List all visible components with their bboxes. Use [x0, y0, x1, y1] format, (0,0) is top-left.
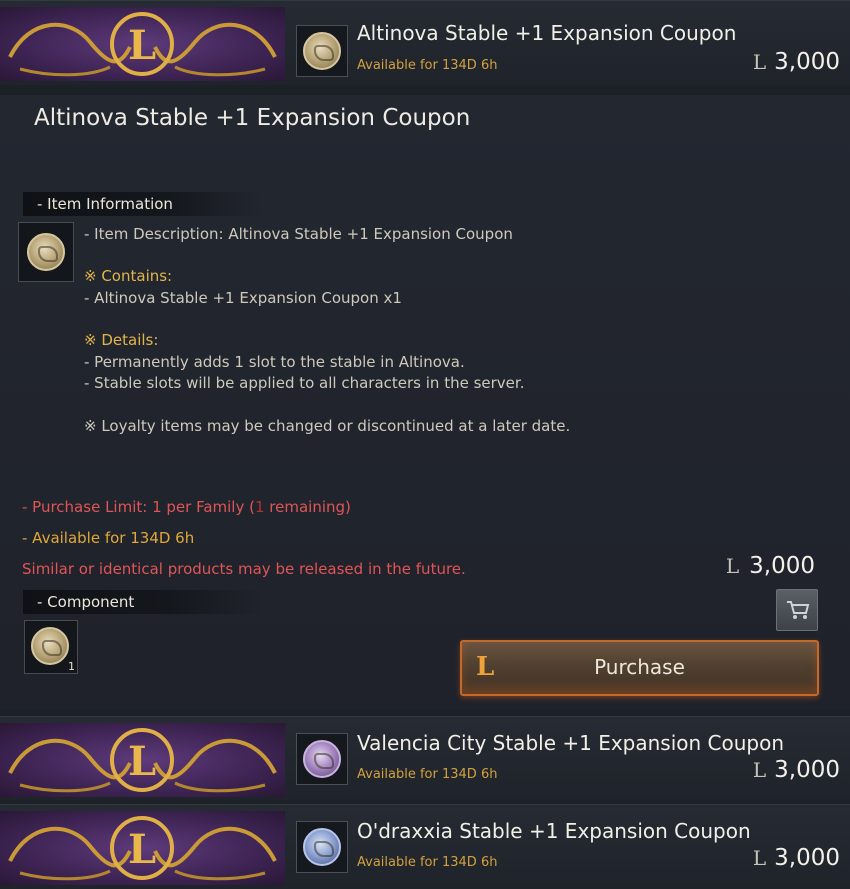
coupon-coin-icon: [303, 828, 341, 866]
item-description: - Item Description: Altinova Stable +1 E…: [84, 225, 513, 243]
detail-price: L 3,000: [726, 553, 815, 579]
purchase-limit: - Purchase Limit: 1 per Family (1 remain…: [22, 498, 351, 516]
price-value: 3,000: [774, 757, 840, 783]
listing-price: L 3,000: [753, 845, 840, 871]
purchase-limit-suffix: remaining): [264, 498, 351, 516]
component-item[interactable]: 1: [24, 620, 78, 674]
listing-altinova[interactable]: L Altinova Stable +1 Expansion Coupon Av…: [0, 0, 850, 85]
details-header: ※ Details:: [84, 331, 159, 349]
loyalty-currency-icon: L: [752, 50, 767, 74]
detail-item-icon: [18, 222, 74, 282]
item-information-header: - Item Information: [23, 192, 263, 216]
coupon-coin-icon: [303, 32, 341, 70]
listing-valencia[interactable]: L Valencia City Stable +1 Expansion Coup…: [0, 716, 850, 801]
listing-odraxxia[interactable]: L O'draxxia Stable +1 Expansion Coupon A…: [0, 804, 850, 889]
loyalty-banner: L: [0, 811, 285, 885]
loyalty-banner: L: [0, 7, 285, 81]
component-header: - Component: [23, 590, 263, 614]
loyalty-note: ※ Loyalty items may be changed or discon…: [84, 417, 571, 435]
price-value: 3,000: [749, 553, 815, 579]
listing-availability: Available for 134D 6h: [357, 855, 498, 870]
details-line-2: - Stable slots will be applied to all ch…: [84, 374, 525, 392]
purchase-limit-prefix: - Purchase Limit: 1 per Family (: [22, 498, 255, 516]
shopping-cart-icon: [787, 601, 810, 619]
loyalty-l-emblem-icon: L: [8, 12, 277, 77]
loyalty-currency-icon: L: [725, 554, 740, 578]
purchase-label: Purchase: [594, 655, 685, 679]
item-thumbnail: [296, 25, 348, 77]
purchase-button[interactable]: L Purchase: [460, 640, 819, 696]
loyalty-l-emblem-icon: L: [8, 816, 277, 881]
svg-text:L: L: [128, 826, 156, 873]
listing-price: L 3,000: [753, 757, 840, 783]
listing-title: Valencia City Stable +1 Expansion Coupon: [357, 731, 785, 755]
contains-header: ※ Contains:: [84, 267, 173, 285]
contains-item: - Altinova Stable +1 Expansion Coupon x1: [84, 289, 402, 307]
coupon-coin-icon: [31, 627, 69, 665]
loyalty-l-emblem-icon: L: [8, 728, 277, 793]
detail-title: Altinova Stable +1 Expansion Coupon: [34, 105, 471, 131]
component-quantity: 1: [68, 660, 75, 673]
listing-price: L 3,000: [753, 49, 840, 75]
loyalty-banner: L: [0, 723, 285, 797]
svg-text:L: L: [128, 738, 156, 785]
detail-availability: - Available for 134D 6h: [22, 529, 195, 547]
item-detail-panel: Altinova Stable +1 Expansion Coupon - It…: [0, 95, 850, 710]
listing-availability: Available for 134D 6h: [357, 58, 498, 73]
listing-title: O'draxxia Stable +1 Expansion Coupon: [357, 819, 751, 843]
coupon-coin-icon: [303, 740, 341, 778]
similar-products-note: Similar or identical products may be rel…: [22, 560, 466, 578]
item-thumbnail: [296, 733, 348, 785]
coupon-coin-icon: [27, 233, 65, 271]
listing-availability: Available for 134D 6h: [357, 767, 498, 782]
price-value: 3,000: [774, 49, 840, 75]
price-value: 3,000: [774, 845, 840, 871]
details-line-1: - Permanently adds 1 slot to the stable …: [84, 353, 465, 371]
purchase-limit-count: 1: [254, 498, 265, 516]
loyalty-currency-icon: L: [752, 758, 767, 782]
svg-text:L: L: [128, 22, 156, 69]
item-thumbnail: [296, 821, 348, 873]
listing-title: Altinova Stable +1 Expansion Coupon: [357, 21, 737, 45]
loyalty-currency-icon: L: [752, 846, 767, 870]
add-to-cart-button[interactable]: [776, 589, 818, 631]
